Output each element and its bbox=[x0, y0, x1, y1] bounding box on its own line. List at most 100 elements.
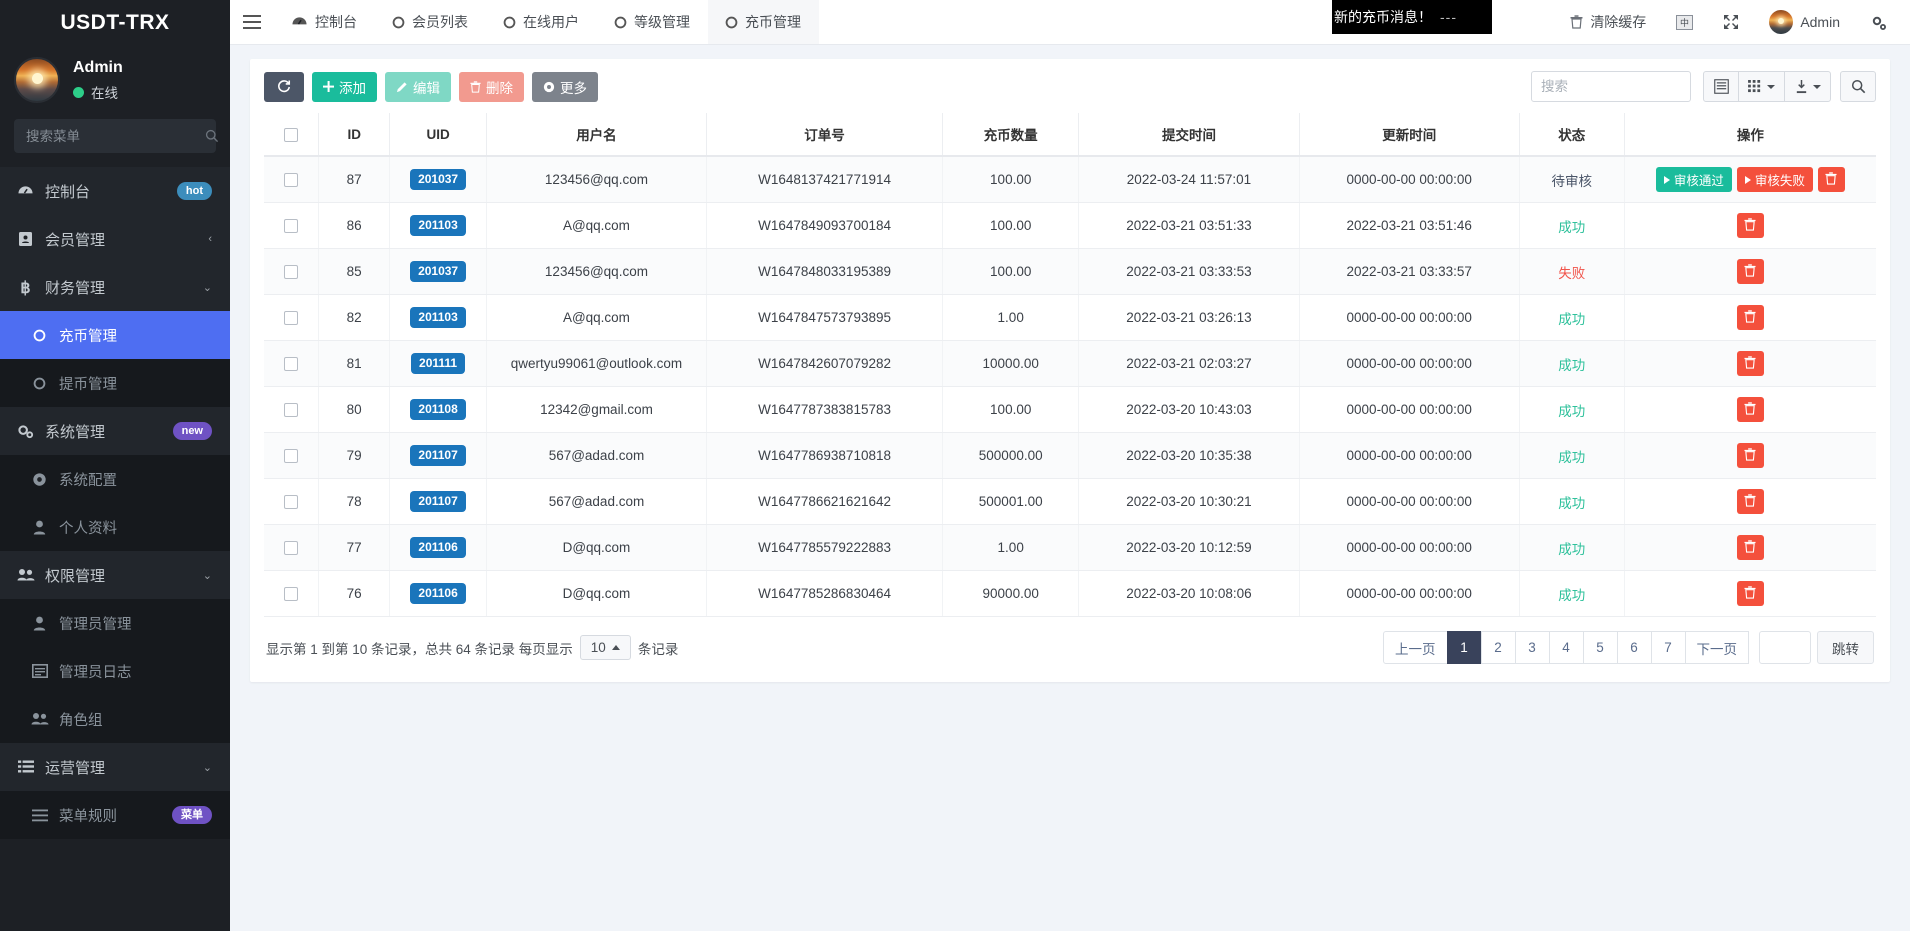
sidebar-user-block[interactable]: Admin 在线 bbox=[0, 45, 230, 117]
cell-uid: 201103 bbox=[390, 295, 486, 341]
page-button-7[interactable]: 7 bbox=[1651, 631, 1686, 664]
row-checkbox[interactable] bbox=[264, 295, 319, 341]
row-checkbox[interactable] bbox=[264, 156, 319, 203]
row-checkbox[interactable] bbox=[264, 571, 319, 617]
export-button[interactable] bbox=[1784, 71, 1831, 102]
delete-row-button[interactable] bbox=[1737, 305, 1764, 330]
table-row[interactable]: 82201103A@qq.comW16478475737938951.00202… bbox=[264, 295, 1876, 341]
tab-0[interactable]: 控制台 bbox=[274, 0, 375, 44]
more-button[interactable]: 更多 bbox=[532, 72, 598, 102]
delete-row-button[interactable] bbox=[1737, 489, 1764, 514]
delete-row-button[interactable] bbox=[1737, 259, 1764, 284]
delete-row-button[interactable] bbox=[1737, 397, 1764, 422]
delete-button[interactable]: 删除 bbox=[459, 72, 524, 102]
delete-row-button[interactable] bbox=[1737, 581, 1764, 606]
row-checkbox[interactable] bbox=[264, 433, 319, 479]
delete-row-button[interactable] bbox=[1737, 351, 1764, 376]
sidebar-item-11[interactable]: 角色组 bbox=[0, 695, 230, 743]
checkbox-icon[interactable] bbox=[284, 173, 298, 187]
search-input[interactable] bbox=[1531, 71, 1691, 102]
status-badge: 成功 bbox=[1519, 295, 1624, 341]
edit-button[interactable]: 编辑 bbox=[385, 72, 451, 102]
checkbox-icon[interactable] bbox=[284, 357, 298, 371]
tab-1[interactable]: 会员列表 bbox=[375, 0, 486, 44]
table-row[interactable]: 77201106D@qq.comW16477855792228831.00202… bbox=[264, 525, 1876, 571]
page-prev-button[interactable]: 上一页 bbox=[1383, 631, 1448, 664]
sidebar-item-3[interactable]: 充币管理 bbox=[0, 311, 230, 359]
page-button-5[interactable]: 5 bbox=[1583, 631, 1618, 664]
tab-4[interactable]: 充币管理 bbox=[708, 0, 819, 44]
sidebar-item-0[interactable]: 控制台hot bbox=[0, 167, 230, 215]
notice-banner[interactable]: 新的充币消息！ --- bbox=[1332, 0, 1492, 34]
row-checkbox[interactable] bbox=[264, 249, 319, 295]
page-button-4[interactable]: 4 bbox=[1549, 631, 1584, 664]
page-button-3[interactable]: 3 bbox=[1515, 631, 1550, 664]
table-row[interactable]: 85201037123456@qq.comW164784803319538910… bbox=[264, 249, 1876, 295]
uid-badge: 201107 bbox=[410, 445, 465, 466]
sidebar-item-13[interactable]: 菜单规则菜单 bbox=[0, 791, 230, 839]
tab-3[interactable]: 等级管理 bbox=[597, 0, 708, 44]
row-checkbox[interactable] bbox=[264, 479, 319, 525]
page-size-select[interactable]: 10 bbox=[580, 635, 631, 660]
table-row[interactable]: 8020110812342@gmail.comW1647787383815783… bbox=[264, 387, 1876, 433]
delete-row-button[interactable] bbox=[1737, 443, 1764, 468]
trash-icon bbox=[1744, 218, 1756, 234]
reject-button[interactable]: 审核失败 bbox=[1737, 167, 1813, 192]
page-jump-button[interactable]: 跳转 bbox=[1817, 631, 1874, 664]
table-row[interactable]: 79201107567@adad.comW1647786938710818500… bbox=[264, 433, 1876, 479]
sidebar-item-10[interactable]: 管理员日志 bbox=[0, 647, 230, 695]
table-row[interactable]: 76201106D@qq.comW164778528683046490000.0… bbox=[264, 571, 1876, 617]
menu-search-input[interactable] bbox=[24, 128, 205, 145]
sidebar-item-9[interactable]: 管理员管理 bbox=[0, 599, 230, 647]
sidebar-item-2[interactable]: ฿财务管理⌄ bbox=[0, 263, 230, 311]
sidebar-item-7[interactable]: 个人资料 bbox=[0, 503, 230, 551]
chevron-down-icon bbox=[1767, 85, 1775, 89]
columns-button[interactable] bbox=[1738, 71, 1785, 102]
page-button-2[interactable]: 2 bbox=[1481, 631, 1516, 664]
sidebar-item-4[interactable]: 提币管理 bbox=[0, 359, 230, 407]
sidebar-item-8[interactable]: 权限管理⌄ bbox=[0, 551, 230, 599]
checkbox-icon[interactable] bbox=[284, 495, 298, 509]
search-button[interactable] bbox=[1840, 71, 1876, 102]
sidebar-item-1[interactable]: 会员管理‹ bbox=[0, 215, 230, 263]
user-menu-button[interactable]: Admin bbox=[1754, 0, 1855, 45]
settings-button[interactable] bbox=[1855, 0, 1902, 45]
checkbox-icon[interactable] bbox=[284, 219, 298, 233]
page-next-button[interactable]: 下一页 bbox=[1685, 631, 1750, 664]
checkbox-icon[interactable] bbox=[284, 587, 298, 601]
checkbox-icon[interactable] bbox=[284, 265, 298, 279]
sidebar-item-6[interactable]: 系统配置 bbox=[0, 455, 230, 503]
row-checkbox[interactable] bbox=[264, 341, 319, 387]
list-view-button[interactable] bbox=[1703, 71, 1739, 102]
checkbox-icon[interactable] bbox=[284, 541, 298, 555]
row-checkbox[interactable] bbox=[264, 203, 319, 249]
delete-row-button[interactable] bbox=[1818, 167, 1845, 192]
table-row[interactable]: 81201111qwertyu99061@outlook.comW1647842… bbox=[264, 341, 1876, 387]
page-button-1[interactable]: 1 bbox=[1447, 631, 1482, 664]
language-switch-button[interactable]: 中 bbox=[1661, 0, 1708, 45]
row-checkbox[interactable] bbox=[264, 525, 319, 571]
select-all-checkbox[interactable] bbox=[264, 113, 319, 156]
tab-2[interactable]: 在线用户 bbox=[486, 0, 597, 44]
clear-cache-button[interactable]: 清除缓存 bbox=[1555, 0, 1661, 45]
delete-row-button[interactable] bbox=[1737, 535, 1764, 560]
checkbox-icon[interactable] bbox=[284, 403, 298, 417]
checkbox-icon[interactable] bbox=[284, 449, 298, 463]
row-checkbox[interactable] bbox=[264, 387, 319, 433]
table-row[interactable]: 78201107567@adad.comW1647786621621642500… bbox=[264, 479, 1876, 525]
checkbox-icon[interactable] bbox=[284, 128, 298, 142]
refresh-button[interactable] bbox=[264, 72, 304, 102]
delete-row-button[interactable] bbox=[1737, 213, 1764, 238]
checkbox-icon[interactable] bbox=[284, 311, 298, 325]
table-row[interactable]: 86201103A@qq.comW1647849093700184100.002… bbox=[264, 203, 1876, 249]
page-jump-input[interactable] bbox=[1759, 631, 1811, 664]
hamburger-icon[interactable] bbox=[230, 0, 274, 44]
table-row[interactable]: 87201037123456@qq.comW164813742177191410… bbox=[264, 156, 1876, 203]
approve-button[interactable]: 审核通过 bbox=[1656, 167, 1732, 192]
sidebar-item-5[interactable]: 系统管理new bbox=[0, 407, 230, 455]
add-button[interactable]: 添加 bbox=[312, 72, 377, 102]
sidebar-item-12[interactable]: 运营管理⌄ bbox=[0, 743, 230, 791]
page-button-6[interactable]: 6 bbox=[1617, 631, 1652, 664]
fullscreen-button[interactable] bbox=[1708, 0, 1754, 45]
menu-search[interactable] bbox=[14, 119, 216, 153]
